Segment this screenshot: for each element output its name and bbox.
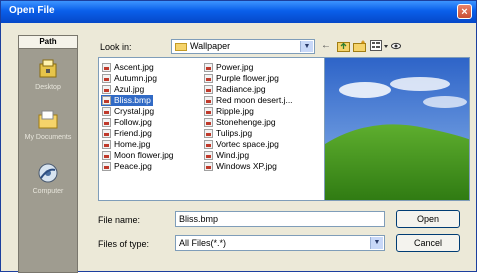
look-in-dropdown[interactable]: Wallpaper ▼ — [171, 39, 315, 54]
files-of-type-dropdown[interactable]: All Files(*.*) ▼ — [175, 235, 385, 251]
file-item-label: Tulips.jpg — [216, 128, 253, 138]
file-item[interactable]: Home.jpg — [101, 139, 152, 150]
image-file-icon — [102, 162, 111, 171]
file-item[interactable]: Purple flower.jpg — [203, 73, 281, 84]
file-item-label: Follow.jpg — [114, 117, 152, 127]
place-desktop[interactable]: Desktop — [19, 58, 77, 104]
back-icon[interactable]: ← — [319, 39, 333, 52]
files-of-type-label: Files of type: — [98, 239, 150, 249]
file-item-label: Power.jpg — [216, 62, 254, 72]
file-name-input[interactable]: Bliss.bmp — [175, 211, 385, 227]
places-header: Path — [19, 36, 77, 49]
file-item-label: Crystal.jpg — [114, 106, 155, 116]
file-item[interactable]: Follow.jpg — [101, 117, 154, 128]
image-file-icon — [102, 96, 111, 105]
place-computer-label: Computer — [32, 188, 64, 195]
desktop-icon — [39, 59, 57, 78]
place-my-documents[interactable]: My Documents — [19, 108, 77, 154]
file-item-label: Vortec space.jpg — [216, 139, 279, 149]
image-file-icon — [102, 118, 111, 127]
image-file-icon — [102, 107, 111, 116]
cancel-button[interactable]: Cancel — [396, 234, 460, 252]
new-folder-icon[interactable] — [353, 40, 366, 52]
image-preview — [324, 57, 470, 201]
file-item[interactable]: Wind.jpg — [203, 150, 251, 161]
look-in-value: Wallpaper — [190, 41, 231, 51]
file-item[interactable]: Ripple.jpg — [203, 106, 256, 117]
file-item-label: Peace.jpg — [114, 161, 152, 171]
file-item-label: Moon flower.jpg — [114, 150, 174, 160]
file-item[interactable]: Ascent.jpg — [101, 62, 156, 73]
place-my-documents-label: My Documents — [24, 134, 72, 141]
file-item-label: Azul.jpg — [114, 84, 145, 94]
file-item-label: Purple flower.jpg — [216, 73, 279, 83]
file-item[interactable]: Autumn.jpg — [101, 73, 159, 84]
file-item-label: Wind.jpg — [216, 150, 250, 160]
image-file-icon — [204, 151, 213, 160]
file-item-selected[interactable]: Bliss.bmp — [101, 95, 153, 106]
file-item[interactable]: Windows XP.jpg — [203, 161, 279, 172]
places-bar: Path Desktop My Documents Computer — [18, 35, 78, 273]
place-computer[interactable]: Computer — [19, 162, 77, 208]
open-file-dialog: Open File × Path Desktop My Documents Co… — [0, 0, 477, 273]
up-folder-icon[interactable] — [337, 40, 350, 52]
image-file-icon — [204, 162, 213, 171]
file-item-label: Radiance.jpg — [216, 84, 266, 94]
image-file-icon — [102, 129, 111, 138]
my-documents-icon — [38, 110, 58, 129]
look-in-label: Look in: — [100, 42, 132, 52]
computer-icon — [38, 163, 58, 183]
file-item[interactable]: Power.jpg — [203, 62, 255, 73]
chevron-down-icon[interactable]: ▼ — [300, 41, 313, 52]
file-item[interactable]: Peace.jpg — [101, 161, 154, 172]
file-item-label: Windows XP.jpg — [216, 161, 277, 171]
file-item[interactable]: Moon flower.jpg — [101, 150, 176, 161]
folder-icon — [175, 43, 187, 51]
image-file-icon — [204, 118, 213, 127]
image-file-icon — [204, 96, 213, 105]
file-item[interactable]: Azul.jpg — [101, 84, 146, 95]
close-button[interactable]: × — [457, 4, 472, 19]
image-file-icon — [102, 85, 111, 94]
place-desktop-label: Desktop — [35, 84, 61, 91]
file-item-label: Ascent.jpg — [114, 62, 154, 72]
file-item-label: Friend.jpg — [114, 128, 152, 138]
file-item-label: Stonehenge.jpg — [216, 117, 276, 127]
window-title: Open File — [9, 5, 55, 16]
file-item-label: Ripple.jpg — [216, 106, 254, 116]
file-item[interactable]: Tulips.jpg — [203, 128, 254, 139]
image-file-icon — [204, 63, 213, 72]
image-file-icon — [204, 107, 213, 116]
file-item-label: Bliss.bmp — [114, 95, 151, 105]
file-item-label: Autumn.jpg — [114, 73, 157, 83]
image-file-icon — [102, 74, 111, 83]
image-file-icon — [102, 140, 111, 149]
file-item-label: Red moon desert.j... — [216, 95, 293, 105]
image-file-icon — [204, 85, 213, 94]
view-menu-icon[interactable] — [370, 40, 390, 52]
file-item-label: Home.jpg — [114, 139, 151, 149]
eye-icon[interactable] — [391, 41, 401, 51]
file-item[interactable]: Red moon desert.j... — [203, 95, 295, 106]
file-item[interactable]: Radiance.jpg — [203, 84, 268, 95]
bliss-preview-image — [325, 58, 469, 200]
title-bar[interactable]: Open File × — [1, 1, 476, 23]
file-item[interactable]: Vortec space.jpg — [203, 139, 281, 150]
image-file-icon — [204, 129, 213, 138]
image-file-icon — [102, 63, 111, 72]
image-file-icon — [102, 151, 111, 160]
file-item[interactable]: Friend.jpg — [101, 128, 154, 139]
file-name-label: File name: — [98, 215, 141, 225]
file-item[interactable]: Stonehenge.jpg — [203, 117, 278, 128]
open-button[interactable]: Open — [396, 210, 460, 228]
file-item[interactable]: Crystal.jpg — [101, 106, 156, 117]
image-file-icon — [204, 140, 213, 149]
image-file-icon — [204, 74, 213, 83]
files-of-type-value: All Files(*.*) — [179, 238, 227, 248]
chevron-down-icon[interactable]: ▼ — [370, 237, 383, 249]
file-list[interactable]: Ascent.jpg Autumn.jpg Azul.jpg Bliss.bmp… — [98, 57, 325, 201]
